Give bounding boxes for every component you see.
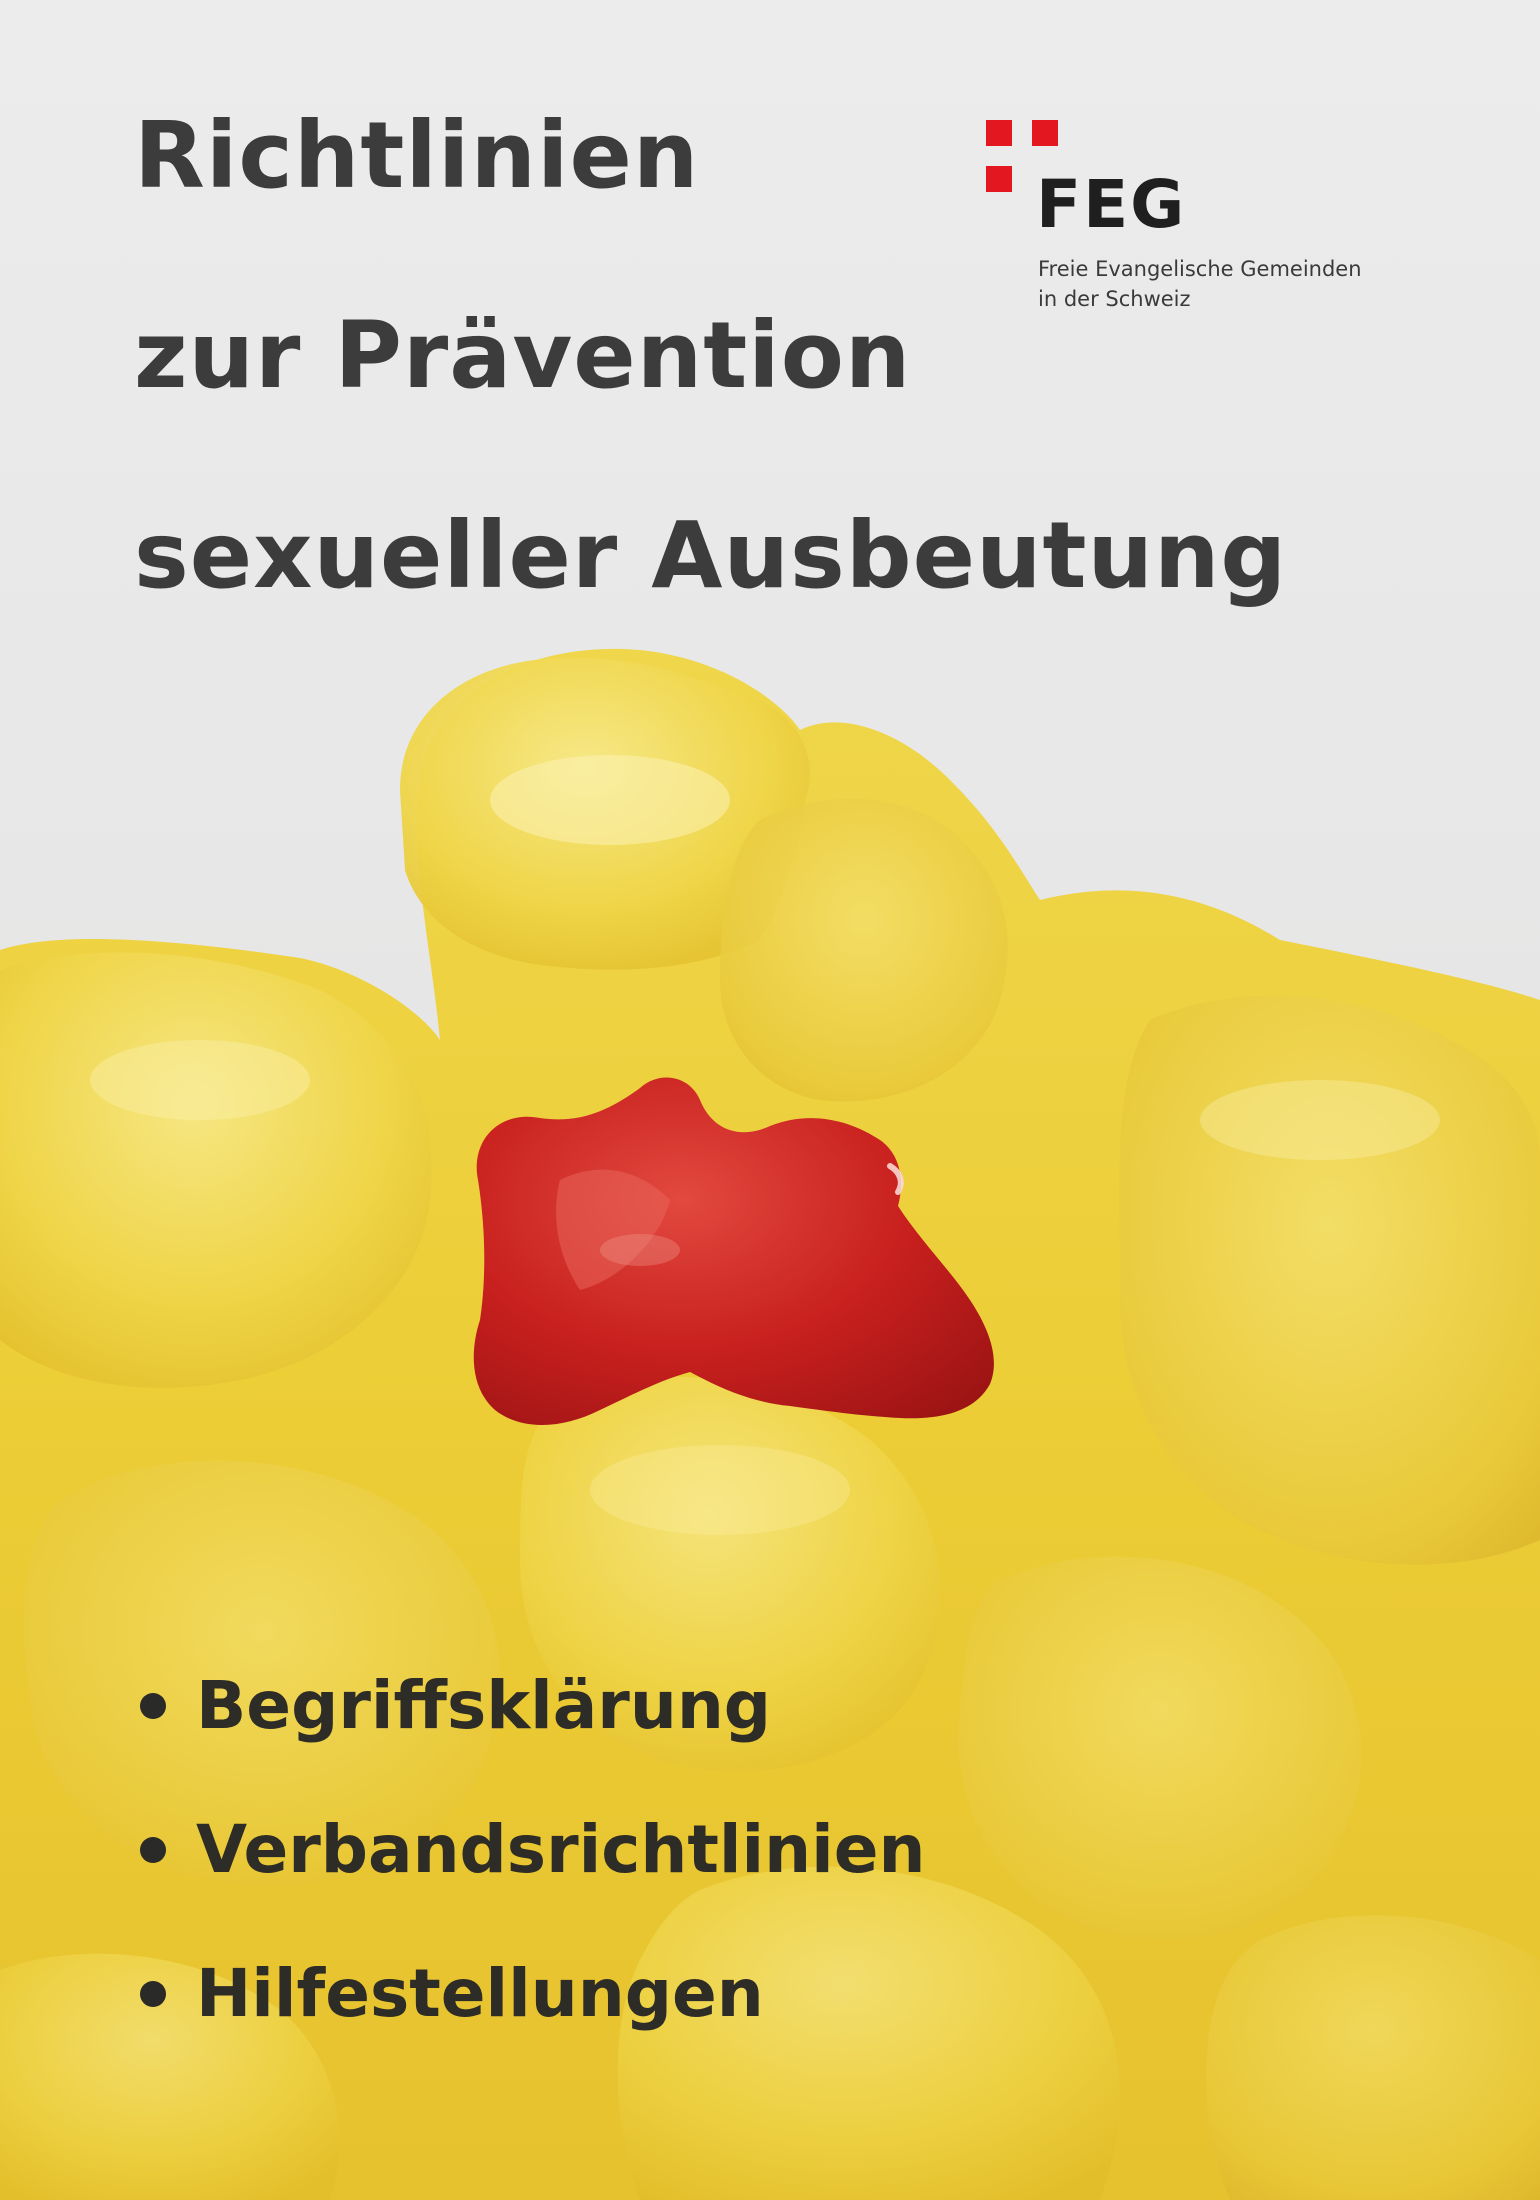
topic-label: Begriffsklärung — [196, 1667, 772, 1744]
topic-label: Hilfestellungen — [196, 1955, 764, 2032]
topic-item: Hilfestellungen — [140, 1952, 926, 2036]
logo-subtitle: Freie Evangelische Gemeinden in der Schw… — [1038, 254, 1362, 314]
topic-item: Verbandsrichtlinien — [140, 1808, 926, 1892]
bullet-dot-icon — [140, 1981, 166, 2007]
topics-list: Begriffsklärung Verbandsrichtlinien Hilf… — [140, 1664, 926, 2096]
title-line-2: zur Prävention — [134, 302, 912, 409]
logo-wordmark: FEG — [1036, 166, 1187, 243]
bullet-dot-icon — [140, 1693, 166, 1719]
bullet-dot-icon — [140, 1837, 166, 1863]
topic-item: Begriffsklärung — [140, 1664, 926, 1748]
logo-subtitle-line-1: Freie Evangelische Gemeinden — [1038, 257, 1362, 281]
feg-logo: FEG Freie Evangelische Gemeinden in der … — [986, 120, 1416, 320]
title-line-3: sexueller Ausbeutung — [134, 502, 1288, 609]
brochure-cover: Richtlinien zur Prävention sexueller Aus… — [0, 0, 1540, 2200]
logo-subtitle-line-2: in der Schweiz — [1038, 287, 1191, 311]
topic-label: Verbandsrichtlinien — [196, 1811, 926, 1888]
